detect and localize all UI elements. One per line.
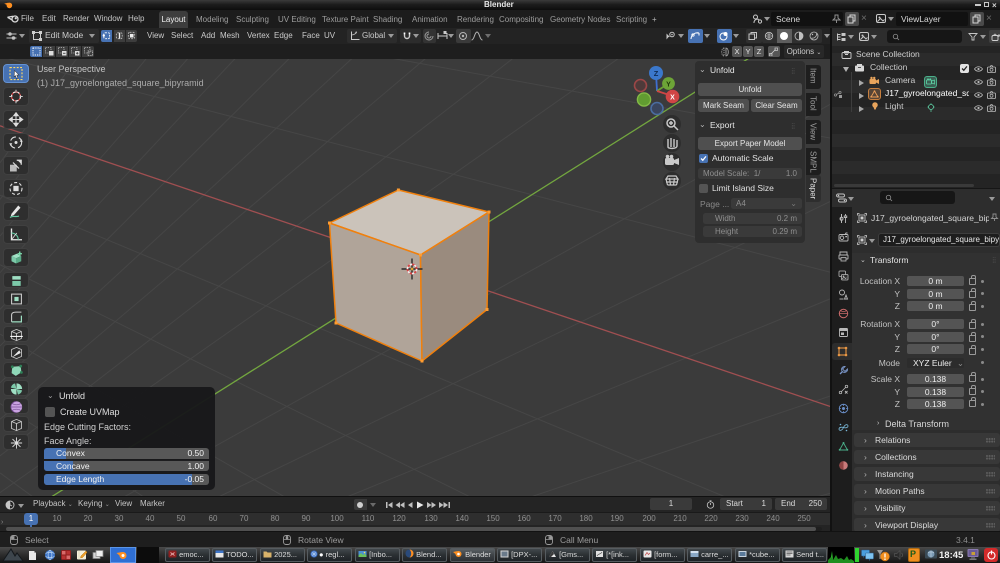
svg-text:Z: Z [654, 69, 659, 78]
svg-text:Y: Y [666, 81, 671, 88]
svg-text:X: X [670, 95, 675, 102]
